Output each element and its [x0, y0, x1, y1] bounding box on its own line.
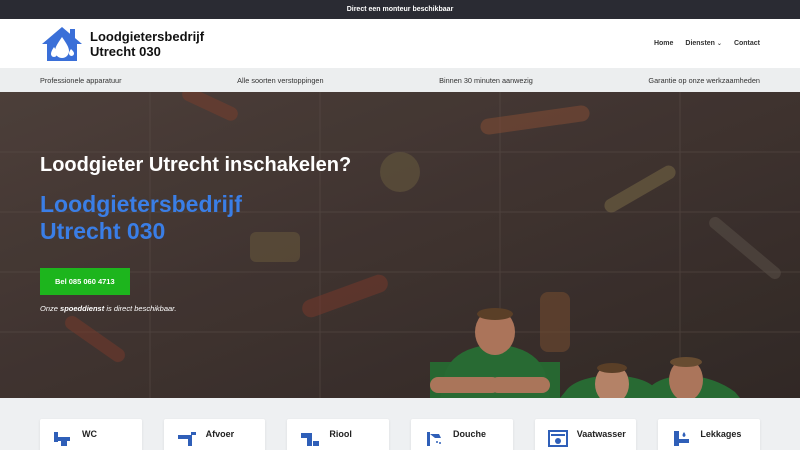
hero-note-prefix: Onze — [40, 304, 58, 313]
service-card-label: WC — [82, 429, 97, 439]
hero-section: Loodgieter Utrecht inschakelen? Loodgiet… — [0, 92, 800, 398]
service-card-wc[interactable]: WC — [40, 419, 142, 450]
services-row: WC Afvoer Riool Douche Vaatwasser Lekkag… — [0, 398, 800, 450]
shower-icon — [427, 432, 442, 446]
service-card-label: Lekkages — [700, 429, 742, 439]
usp-item: Alle soorten verstoppingen — [237, 75, 324, 85]
service-card-label: Afvoer — [205, 429, 235, 439]
main-nav: Home Diensten ⌄ Contact — [654, 40, 760, 47]
nav-item-contact[interactable]: Contact — [734, 40, 760, 47]
dishwasher-icon — [547, 430, 568, 447]
usp-item: Binnen 30 minuten aanwezig — [439, 75, 533, 85]
leak-pipe-icon — [674, 431, 690, 446]
hero-note-bold: spoeddienst — [60, 304, 105, 313]
nav-item-diensten-label: Diensten — [685, 40, 715, 47]
usp-item: Professionele apparatuur — [40, 75, 122, 85]
service-card-label: Douche — [453, 429, 487, 439]
announcement-text: Direct een monteur beschikbaar — [346, 6, 454, 13]
drain-icon — [177, 432, 196, 446]
usp-item: Garantie op onze werkzaamheden — [648, 75, 760, 85]
sewer-pipe-icon — [301, 433, 320, 446]
service-card-douche[interactable]: Douche — [411, 419, 513, 450]
nav-item-diensten[interactable]: Diensten ⌄ — [685, 40, 722, 47]
service-card-label: Vaatwasser — [576, 429, 626, 439]
nav-item-home[interactable]: Home — [654, 40, 673, 47]
hero-title: Loodgieter Utrecht inschakelen? — [40, 154, 352, 176]
logo-text: Loodgietersbedrijf Utrecht 030 — [90, 29, 204, 59]
hero-content: Loodgieter Utrecht inschakelen? Loodgiet… — [40, 154, 351, 313]
service-card-riool[interactable]: Riool — [287, 419, 390, 450]
house-water-drop-logo-icon — [42, 26, 82, 61]
chevron-down-icon: ⌄ — [716, 41, 722, 47]
toilet-icon — [54, 432, 70, 446]
hero-note-suffix: is direct beschikbaar. — [106, 304, 177, 313]
site-header: Loodgietersbedrijf Utrecht 030 Home Dien… — [0, 19, 800, 68]
announcement-bar: Direct een monteur beschikbaar — [0, 0, 800, 19]
call-button[interactable]: Bel 085 060 4713 — [40, 268, 130, 295]
logo-line-2: Utrecht 030 — [90, 43, 161, 59]
logo[interactable]: Loodgietersbedrijf Utrecht 030 — [40, 25, 204, 63]
hero-note: Onze spoeddienst is direct beschikbaar. — [40, 304, 351, 313]
usp-bar: Professionele apparatuur Alle soorten ve… — [0, 68, 800, 92]
service-card-lekkages[interactable]: Lekkages — [658, 419, 761, 450]
logo-line-1: Loodgietersbedrijf — [90, 28, 205, 44]
service-card-afvoer[interactable]: Afvoer — [163, 419, 266, 450]
service-card-vaatwasser[interactable]: Vaatwasser — [534, 419, 637, 450]
service-card-label: Riool — [329, 429, 352, 439]
hero-subtitle: Loodgietersbedrijf Utrecht 030 — [40, 191, 242, 244]
